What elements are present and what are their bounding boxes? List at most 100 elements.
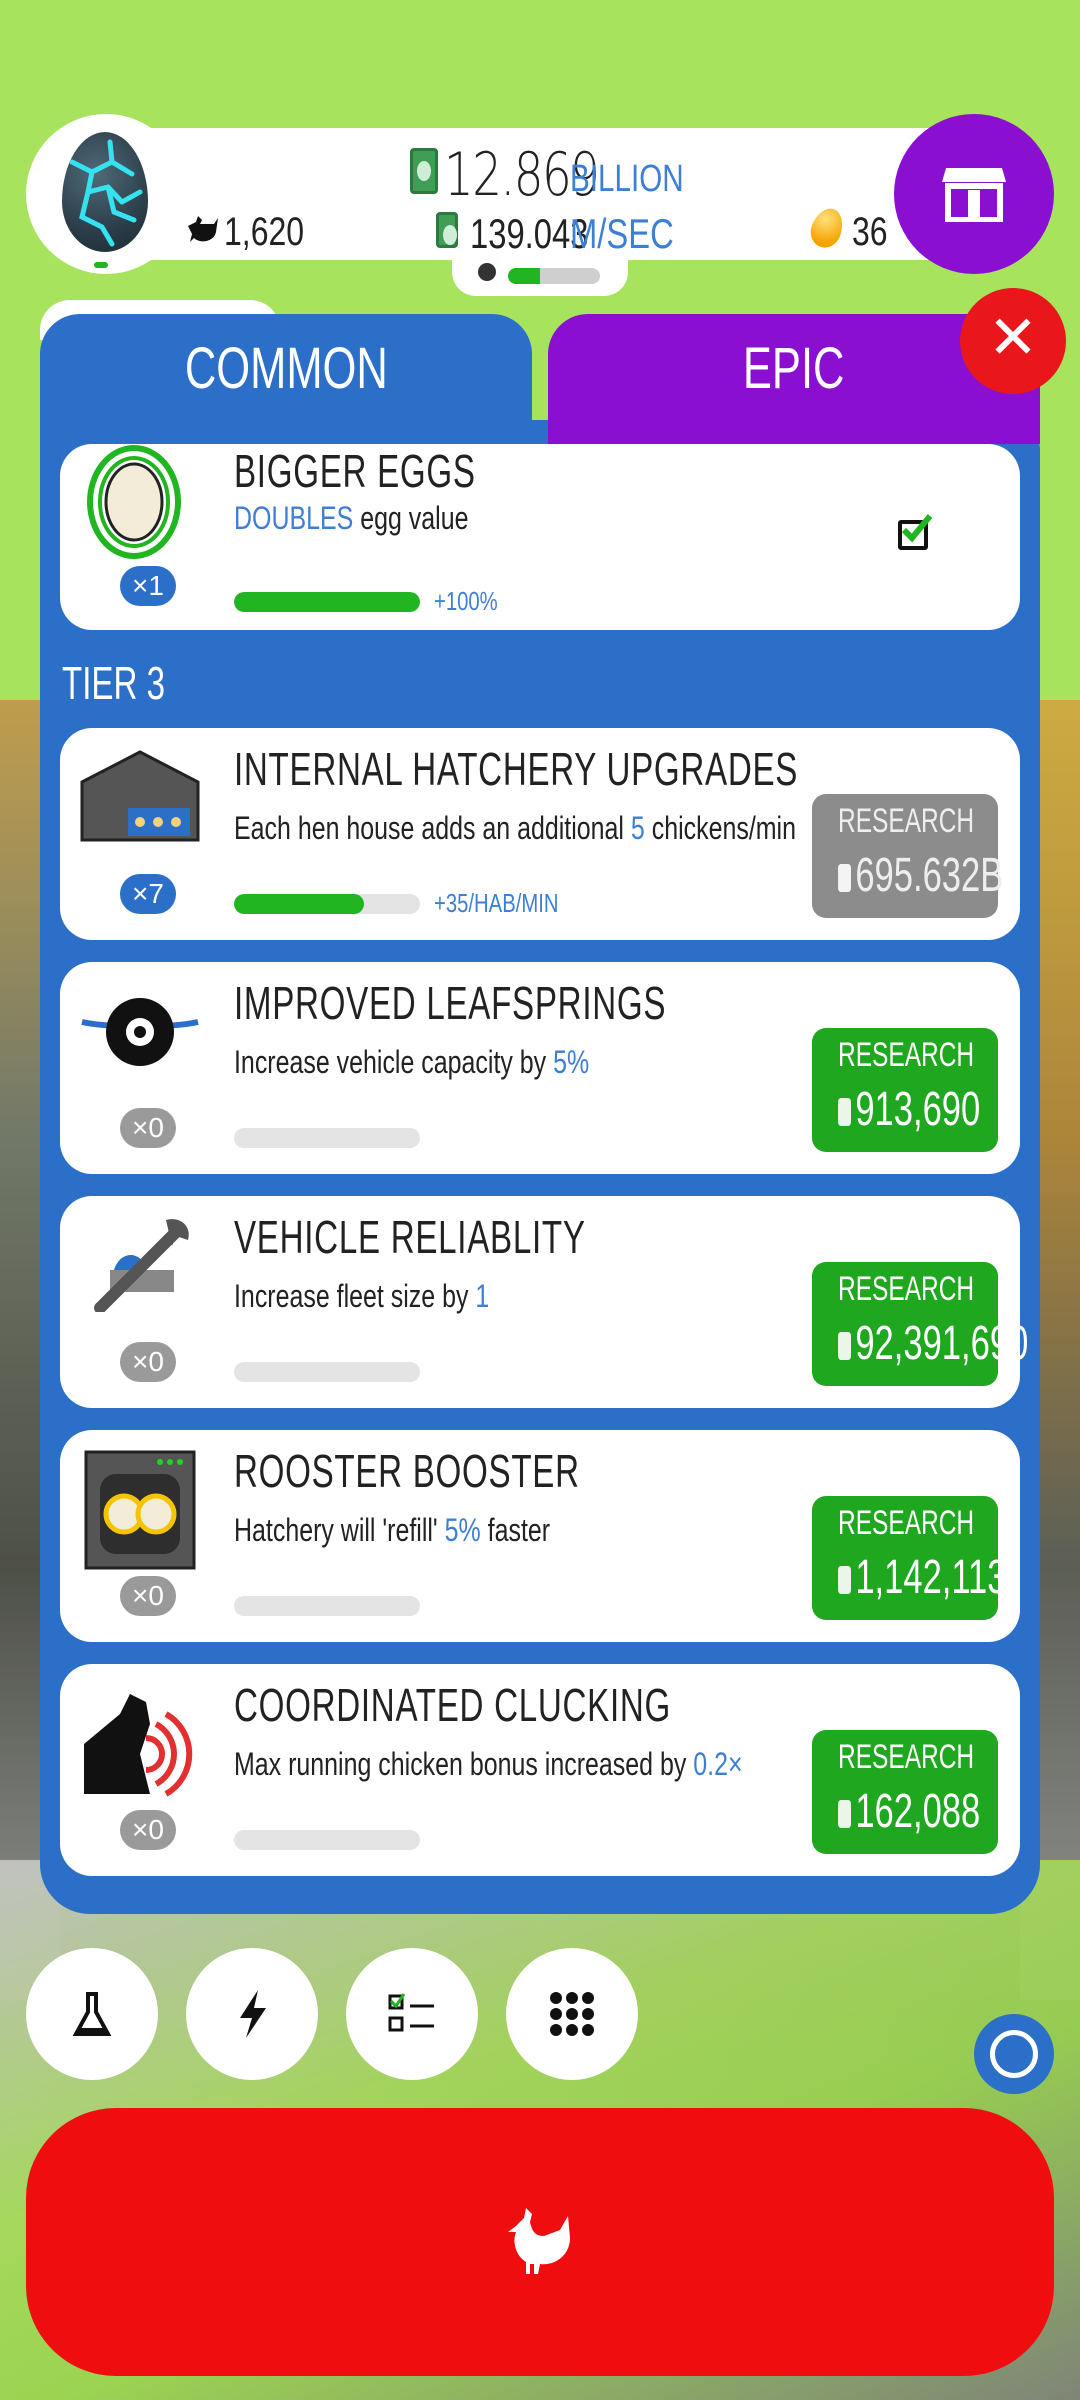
description-text: Increase vehicle capacity by xyxy=(234,1044,554,1080)
research-card: ×0 ROOSTER BOOSTER Hatchery will 'refill' … xyxy=(60,1430,1020,1642)
card-title: VEHICLE RELIABLITY xyxy=(234,1211,586,1263)
cash-unit: BILLION xyxy=(570,158,684,200)
card-description: Each hen house adds an additional 5 chic… xyxy=(234,810,796,847)
description-highlight: 5% xyxy=(553,1044,590,1080)
description-text-end: faster xyxy=(480,1512,551,1548)
bigger-eggs-card: ×1 BIGGER EGGS DOUBLES egg value +100% xyxy=(60,444,1020,630)
leafspring-wheel-icon xyxy=(80,982,210,1102)
close-button[interactable]: ✕ xyxy=(960,288,1066,394)
research-card: ×0 IMPROVED LEAFSPRINGS Increase vehicle c… xyxy=(60,962,1020,1174)
cash-mini-icon xyxy=(838,864,851,893)
cost-value: 695.632B xyxy=(855,849,1004,902)
hatch-button[interactable] xyxy=(26,2108,1054,2376)
description-text: Each hen house adds an additional xyxy=(234,810,631,846)
progress-label: +35/HAB/MIN xyxy=(434,888,559,918)
cost-value: 162,088 xyxy=(855,1785,981,1838)
incubator-icon xyxy=(80,1450,210,1570)
card-description: Increase fleet size by 1 xyxy=(234,1278,489,1315)
close-icon: ✕ xyxy=(987,303,1039,373)
cost-value: 92,391,690 xyxy=(855,1317,1029,1370)
progress-bar xyxy=(234,1830,420,1850)
golden-egg-count: 36 xyxy=(852,210,888,254)
shop-icon xyxy=(942,168,1006,222)
progress-fill xyxy=(234,592,420,612)
research-button-label: RESEARCH xyxy=(838,1738,975,1776)
research-button-label: RESEARCH xyxy=(838,1504,975,1542)
rate-unit: M/SEC xyxy=(570,210,674,257)
chicken-count: 1,620 xyxy=(224,210,305,254)
vehicle-wrench-icon xyxy=(80,1216,210,1336)
checklist-icon xyxy=(388,1993,434,2032)
card-title: COORDINATED CLUCKING xyxy=(234,1679,672,1731)
shop-button[interactable] xyxy=(894,114,1054,274)
research-card: ×7 INTERNAL HATCHERY UPGRADES Each hen hou… xyxy=(60,728,1020,940)
research-cost: 92,391,690 xyxy=(838,1316,1028,1371)
card-description: DOUBLES egg value xyxy=(234,500,468,537)
level-badge: ×7 xyxy=(120,874,176,914)
card-title: IMPROVED LEAFSPRINGS xyxy=(234,977,667,1029)
cash-mini-icon xyxy=(838,1332,851,1361)
research-purchase-button[interactable]: RESEARCH 695.632B xyxy=(812,794,1003,918)
research-button[interactable] xyxy=(26,1948,158,2080)
level-badge: ×0 xyxy=(120,1810,176,1850)
research-purchase-button[interactable]: RESEARCH 913,690 xyxy=(812,1028,998,1152)
rate-cash-icon xyxy=(436,212,458,248)
cost-value: 913,690 xyxy=(855,1083,981,1136)
description-text: Increase fleet size by xyxy=(234,1278,476,1314)
card-title: BIGGER EGGS xyxy=(234,445,476,497)
completed-checkbox xyxy=(898,514,932,550)
card-description: Increase vehicle capacity by 5% xyxy=(234,1044,589,1081)
level-badge: ×0 xyxy=(120,1342,176,1382)
menu-button[interactable] xyxy=(506,1948,638,2080)
cost-value: 1,142,113 xyxy=(855,1551,1007,1604)
description-highlight: 0.2× xyxy=(693,1746,743,1782)
research-button-label: RESEARCH xyxy=(838,1036,975,1074)
tab-common[interactable]: COMMON xyxy=(40,314,532,444)
chicken-count-icon xyxy=(188,216,218,242)
grid-icon xyxy=(550,1992,594,2036)
level-badge: ×0 xyxy=(120,1108,176,1148)
research-cost: 913,690 xyxy=(838,1082,980,1137)
egg-progress xyxy=(94,262,108,268)
cash-mini-icon xyxy=(838,1098,851,1127)
progress-label: +100% xyxy=(434,586,498,616)
cash-mini-icon xyxy=(838,1566,851,1595)
description-text: egg value xyxy=(353,500,469,536)
lightning-icon xyxy=(240,1990,266,2038)
hatchery-icon xyxy=(80,748,210,868)
drone-progress-fill xyxy=(508,268,541,284)
research-purchase-button[interactable]: RESEARCH 1,142,113 xyxy=(812,1496,1007,1620)
research-cost: 695.632B xyxy=(838,848,1003,903)
progress-bar xyxy=(234,1362,420,1382)
research-purchase-button[interactable]: RESEARCH 92,391,690 xyxy=(812,1262,1028,1386)
level-badge: ×1 xyxy=(120,566,176,606)
drone-progress-bar xyxy=(508,268,600,284)
description-text: Hatchery will 'refill' xyxy=(234,1512,445,1548)
progress-bar xyxy=(234,1128,420,1148)
description-text-end: chickens/min xyxy=(644,810,796,846)
research-card: ×0 COORDINATED CLUCKING Max running chicke… xyxy=(60,1664,1020,1876)
research-button-label: RESEARCH xyxy=(838,802,975,840)
research-purchase-button[interactable]: RESEARCH 162,088 xyxy=(812,1730,998,1854)
level-badge: ×0 xyxy=(120,1576,176,1616)
rooster-icon xyxy=(80,1684,210,1804)
progress-bar xyxy=(234,592,420,612)
research-cost: 162,088 xyxy=(838,1784,980,1839)
research-card: ×0 VEHICLE RELIABLITY Increase fleet size … xyxy=(60,1196,1028,1408)
description-text: Max running chicken bonus increased by xyxy=(234,1746,694,1782)
progress-fill xyxy=(234,894,365,914)
boost-button[interactable] xyxy=(186,1948,318,2080)
egg-ring-icon xyxy=(80,444,210,564)
card-description: Max running chicken bonus increased by 0… xyxy=(234,1746,743,1783)
research-cost: 1,142,113 xyxy=(838,1550,1007,1605)
progress-bar xyxy=(234,894,420,914)
tab-epic-label: EPIC xyxy=(743,336,845,401)
description-highlight: 1 xyxy=(475,1278,490,1314)
egg-icon xyxy=(62,132,148,252)
card-title: INTERNAL HATCHERY UPGRADES xyxy=(234,743,799,795)
missions-button[interactable] xyxy=(346,1948,478,2080)
camera-toggle-button[interactable] xyxy=(974,2014,1054,2094)
description-highlight: 5% xyxy=(444,1512,481,1548)
flask-icon xyxy=(72,1992,112,2036)
cash-icon xyxy=(410,148,438,194)
